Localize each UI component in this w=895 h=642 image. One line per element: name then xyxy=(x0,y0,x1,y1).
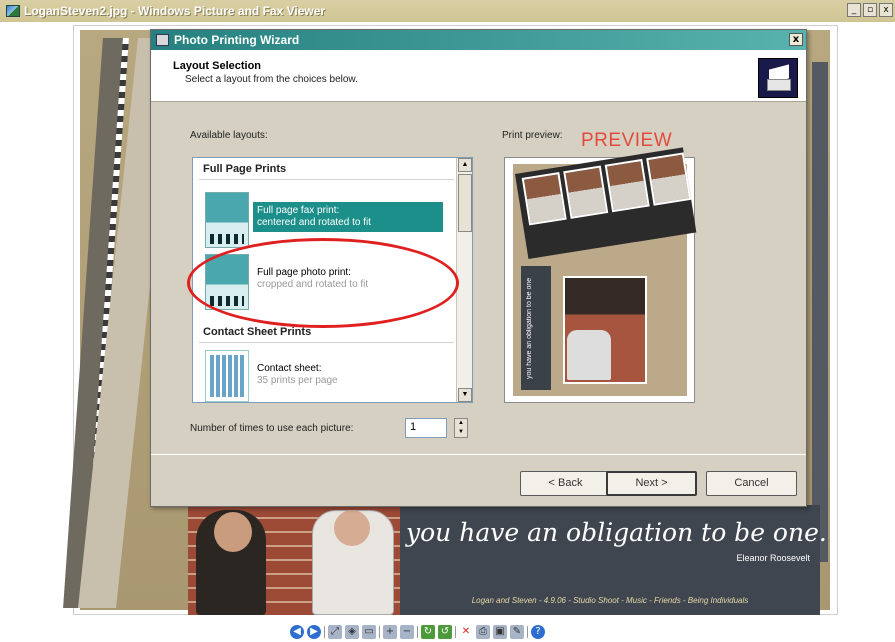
scroll-down-icon[interactable]: ▼ xyxy=(458,388,472,402)
slideshow-icon[interactable]: ▭ xyxy=(362,625,376,639)
edit-icon[interactable]: ✎ xyxy=(510,625,524,639)
printer-body-shape xyxy=(767,79,791,91)
person-face-right xyxy=(334,510,370,546)
preview-frame xyxy=(604,158,650,213)
wizard-icon xyxy=(156,34,169,46)
spin-up-icon[interactable]: ▲ xyxy=(455,419,467,428)
preview-frame xyxy=(521,172,567,226)
button-separator xyxy=(151,454,806,455)
preview-quote-text: you have an obligation to be one xyxy=(526,277,533,379)
red-annotation-ellipse xyxy=(187,238,459,328)
available-layouts-label: Available layouts: xyxy=(190,130,268,141)
toolbar-separator xyxy=(417,626,418,638)
cancel-button[interactable]: Cancel xyxy=(706,471,797,496)
window-controls: _ ▫ x xyxy=(847,3,893,17)
layout-thumbnail xyxy=(205,192,249,248)
preview-frame xyxy=(646,152,692,206)
print-icon[interactable]: ⎙ xyxy=(476,625,490,639)
person-face-left xyxy=(214,512,252,552)
contact-grid xyxy=(210,355,244,397)
next-icon[interactable]: ▶ xyxy=(307,625,321,639)
back-button[interactable]: < Back xyxy=(520,471,611,496)
rotate-clockwise-icon[interactable]: ↻ xyxy=(421,625,435,639)
layout-item-contact-sheet[interactable]: Contact sheet: 35 prints per page xyxy=(205,350,450,402)
layout-item-subtitle: centered and rotated to fit xyxy=(257,217,371,228)
preview-person xyxy=(567,330,611,380)
zoom-out-icon[interactable]: − xyxy=(400,625,414,639)
layout-item-title: Full page fax print: xyxy=(257,205,340,216)
right-border-strip xyxy=(812,62,828,562)
toolbar-separator xyxy=(324,626,325,638)
wizard-title: Photo Printing Wizard xyxy=(174,33,300,47)
layout-item-subtitle: 35 prints per page xyxy=(257,375,338,386)
group-divider xyxy=(199,342,454,343)
viewer-title: LoganSteven2.jpg - Windows Picture and F… xyxy=(24,4,326,18)
previous-icon[interactable]: ◀ xyxy=(290,625,304,639)
viewer-toolbar: ◀ ▶ ⤢ ◈ ▭ + − ↻ ↺ ✕ ⎙ ▣ ✎ ? xyxy=(290,624,545,640)
wizard-close-button[interactable]: x xyxy=(789,33,803,46)
layout-item-text: Contact sheet: 35 prints per page xyxy=(253,360,443,390)
quote-author: Eleanor Roosevelt xyxy=(736,553,810,563)
best-fit-icon[interactable]: ⤢ xyxy=(328,625,342,639)
layout-item-text: Full page fax print: centered and rotate… xyxy=(253,202,443,232)
wizard-header: Layout Selection Select a layout from th… xyxy=(151,50,806,102)
preview-frame xyxy=(563,165,609,219)
close-button[interactable]: x xyxy=(879,3,893,17)
toolbar-separator xyxy=(527,626,528,638)
viewer-title-bar[interactable]: LoganSteven2.jpg - Windows Picture and F… xyxy=(0,0,895,22)
layout-item-title: Contact sheet: xyxy=(257,363,322,374)
print-preview-label: Print preview: xyxy=(502,130,563,141)
printer-icon xyxy=(758,58,798,98)
zoom-in-icon[interactable]: + xyxy=(383,625,397,639)
copies-spinner[interactable]: ▲ ▼ xyxy=(454,418,468,438)
help-icon[interactable]: ? xyxy=(531,625,545,639)
collage-caption: Logan and Steven - 4.9.06 - Studio Shoot… xyxy=(471,596,749,605)
photo-printing-wizard: Photo Printing Wizard x Layout Selection… xyxy=(150,29,807,507)
print-preview-panel: you have an obligation to be one xyxy=(504,147,697,403)
group-divider xyxy=(199,179,454,180)
toolbar-separator xyxy=(379,626,380,638)
thumbnail-figures xyxy=(210,234,244,244)
copies-input[interactable]: 1 xyxy=(405,418,447,438)
copies-label: Number of times to use each picture: xyxy=(190,423,354,434)
preview-annotation: PREVIEW xyxy=(581,130,673,151)
next-button[interactable]: Next > xyxy=(606,471,697,496)
contact-sheet-thumbnail xyxy=(205,350,249,402)
toolbar-separator xyxy=(455,626,456,638)
actual-size-icon[interactable]: ◈ xyxy=(345,625,359,639)
spin-down-icon[interactable]: ▼ xyxy=(455,428,467,437)
scrollbar-thumb[interactable] xyxy=(458,174,472,232)
wizard-title-bar[interactable]: Photo Printing Wizard x xyxy=(151,30,806,50)
minimize-button[interactable]: _ xyxy=(847,3,861,17)
group-header-contact-sheet: Contact Sheet Prints xyxy=(203,326,312,338)
screen: { "viewer": { "title": "LoganSteven2.jpg… xyxy=(0,0,895,642)
group-header-full-page: Full Page Prints xyxy=(203,163,287,175)
save-icon[interactable]: ▣ xyxy=(493,625,507,639)
picture-viewer-icon xyxy=(6,5,20,17)
step-subheading: Select a layout from the choices below. xyxy=(185,74,358,85)
delete-icon[interactable]: ✕ xyxy=(459,625,473,639)
quote-text: you have an obligation to be one. xyxy=(406,518,827,547)
maximize-button[interactable]: ▫ xyxy=(863,3,877,17)
rotate-counterclockwise-icon[interactable]: ↺ xyxy=(438,625,452,639)
step-heading: Layout Selection xyxy=(173,60,262,72)
scroll-up-icon[interactable]: ▲ xyxy=(458,158,472,172)
